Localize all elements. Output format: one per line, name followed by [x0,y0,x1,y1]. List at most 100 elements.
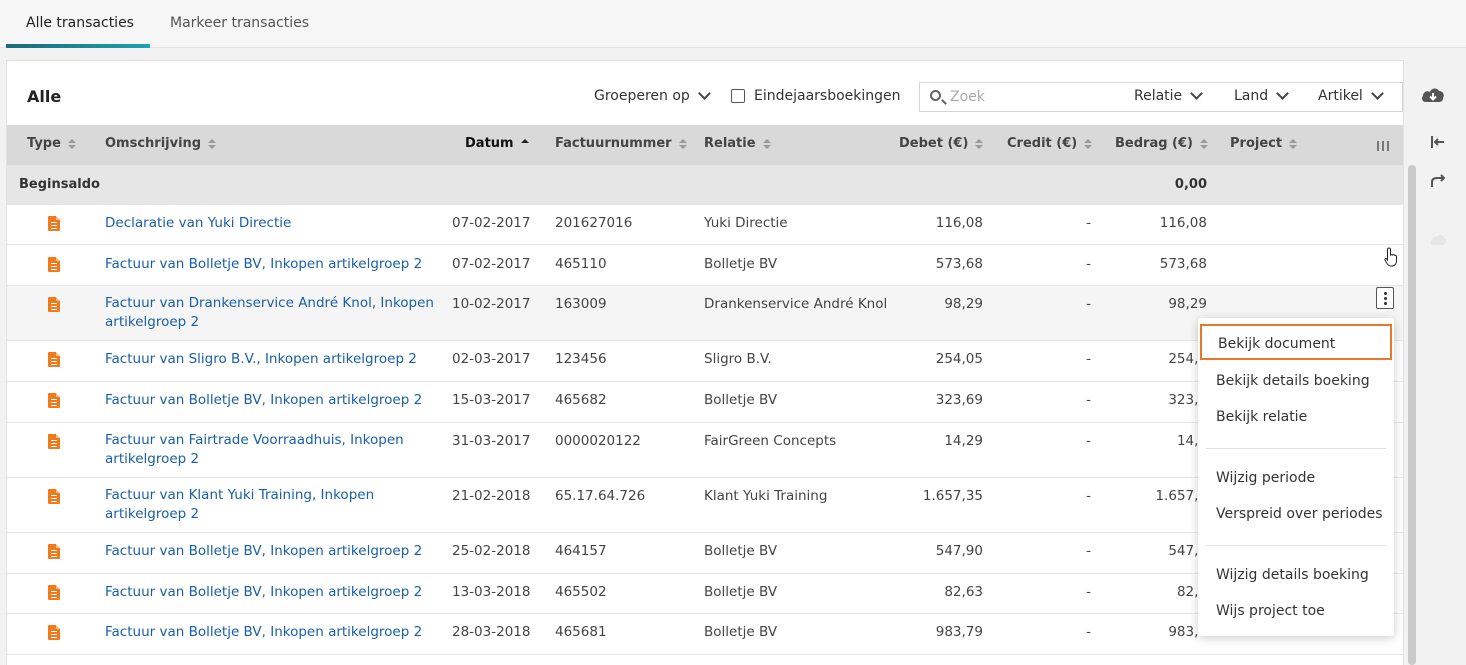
row-date: 07-02-2017 [452,256,531,272]
filter-land[interactable]: Land [1234,87,1290,104]
column-selector-icon[interactable] [1377,141,1389,151]
table-row[interactable]: Factuur van Drankenservice André Knol, I… [7,286,1403,341]
col-type[interactable]: Type [27,136,76,151]
row-amount: 116,08 [1159,215,1207,231]
table-scrollbar[interactable] [1408,165,1416,665]
row-invoice: 65.17.64.726 [555,488,646,504]
sort-icon [1289,138,1298,149]
sort-icon [67,138,76,149]
group-by-label: Groeperen op [594,88,690,104]
filter-land-label: Land [1234,88,1269,104]
row-debit: 254,05 [935,351,983,367]
row-description-link[interactable]: Factuur van Klant Yuki Training, Inkopen… [105,486,435,524]
table-row[interactable]: Factuur van Bolletje BV, Inkopen artikel… [7,382,1403,423]
row-invoice: 464157 [555,543,607,559]
menu-item-bekijk-document[interactable]: Bekijk document [1200,324,1392,360]
table-scrollbar-thumb[interactable] [1408,165,1416,665]
row-actions-kebab-button[interactable] [1376,287,1394,309]
row-debit: 82,63 [944,584,983,600]
row-description-link[interactable]: Declaratie van Yuki Directie [105,214,435,233]
row-description-link[interactable]: Factuur van Drankenservice André Knol, I… [105,294,435,332]
row-description-link[interactable]: Factuur van Sligro B.V., Inkopen artikel… [105,350,435,369]
tab-markeer-transacties[interactable]: Markeer transacties [170,0,309,48]
col-relatie[interactable]: Relatie [704,136,771,151]
panel-title: Alle [27,87,62,106]
table-row[interactable]: Factuur van Bolletje BV, Inkopen artikel… [7,574,1403,614]
document-icon [48,489,60,504]
col-datum-label: Datum [465,136,514,151]
col-omschrijving[interactable]: Omschrijving [105,136,217,151]
active-tab-indicator [6,44,150,48]
table-header: Type Omschrijving Datum Factuurnummer Re… [7,125,1403,165]
row-description-link[interactable]: Factuur van Bolletje BV, Inkopen artikel… [105,583,435,602]
menu-item-wijzig-details-boeking[interactable]: Wijzig details boeking [1198,557,1394,593]
row-credit: - [1086,433,1091,449]
search-filter-bar: Relatie Land Artikel [919,82,1403,112]
sort-icon [1084,138,1093,149]
document-icon [48,216,60,231]
menu-divider [1206,545,1386,546]
row-relation: Bolletje BV [704,624,778,640]
col-relatie-label: Relatie [704,136,756,151]
row-description-link[interactable]: Factuur van Bolletje BV, Inkopen artikel… [105,542,435,561]
table-row[interactable]: Factuur van Klant Yuki Training, Inkopen… [7,478,1403,533]
row-credit: - [1086,392,1091,408]
sort-icon [1199,138,1208,149]
row-invoice: 123456 [555,351,607,367]
chevron-down-icon [697,87,711,100]
col-project[interactable]: Project [1230,136,1298,151]
row-amount: 983,7 [1168,624,1207,640]
row-invoice: 201627016 [555,215,633,231]
table-row[interactable]: Factuur van Fairtrade Voorraadhuis, Inko… [7,423,1403,478]
row-debit: 323,69 [935,392,983,408]
row-relation: Bolletje BV [704,543,778,559]
row-debit: 547,90 [935,543,983,559]
filter-artikel[interactable]: Artikel [1318,87,1384,104]
row-invoice: 465110 [555,256,607,272]
table-row[interactable]: Declaratie van Yuki Directie 07-02-2017 … [7,205,1403,245]
menu-item-bekijk-details-boeking[interactable]: Bekijk details boeking [1198,363,1394,399]
table-row[interactable]: Factuur van Bolletje BV, Inkopen artikel… [7,245,1403,286]
row-description-link[interactable]: Factuur van Bolletje BV, Inkopen artikel… [105,391,435,410]
search-input[interactable] [950,87,1110,107]
table-row[interactable]: Factuur van Sligro B.V., Inkopen artikel… [7,341,1403,382]
menu-item-bekijk-relatie[interactable]: Bekijk relatie [1198,399,1394,435]
document-icon [48,544,60,559]
cloud-download-icon[interactable] [1420,84,1446,106]
menu-item-wijs-project-toe[interactable]: Wijs project toe [1198,593,1394,629]
group-by-dropdown[interactable]: Groeperen op [594,87,711,104]
filter-relatie[interactable]: Relatie [1134,87,1204,104]
row-amount: 547,9 [1168,543,1207,559]
col-credit[interactable]: Credit (€) [1007,136,1093,151]
row-debit: 1.657,35 [922,488,983,504]
search-icon [930,90,941,101]
table-row[interactable]: Factuur van Bolletje BV, Inkopen artikel… [7,614,1403,655]
tab-alle-transacties[interactable]: Alle transacties [26,0,134,48]
row-date: 28-03-2018 [452,624,531,640]
col-datum[interactable]: Datum [465,136,529,151]
row-description-link[interactable]: Factuur van Fairtrade Voorraadhuis, Inko… [105,431,435,469]
row-relation: Klant Yuki Training [704,488,828,504]
row-description-link[interactable]: Factuur van Bolletje BV, Inkopen artikel… [105,255,435,274]
col-debet[interactable]: Debet (€) [899,136,984,151]
col-credit-label: Credit (€) [1007,136,1078,151]
col-bedrag[interactable]: Bedrag (€) [1115,136,1208,151]
table-row[interactable]: Factuur van Bolletje BV, Inkopen artikel… [7,533,1403,574]
menu-item-verspreid-over-periodes[interactable]: Verspreid over periodes [1198,496,1394,532]
row-relation: Bolletje BV [704,584,778,600]
row-date: 21-02-2018 [452,488,531,504]
row-debit: 14,29 [944,433,983,449]
menu-item-wijzig-periode[interactable]: Wijzig periode [1198,460,1394,496]
row-description-link[interactable]: Factuur van Bolletje BV, Inkopen artikel… [105,623,435,642]
document-icon [48,434,60,449]
collapse-panel-icon[interactable] [1428,132,1448,152]
row-amount: 1.657,3 [1155,488,1207,504]
row-amount: 14,2 [1176,433,1207,449]
year-end-toggle[interactable]: Eindejaarsboekingen [731,88,901,104]
col-factuurnummer[interactable]: Factuurnummer [555,136,687,151]
redo-icon[interactable] [1428,171,1448,191]
year-end-label: Eindejaarsboekingen [754,88,901,104]
year-end-checkbox[interactable] [731,89,745,103]
sort-ascending-icon [520,138,529,149]
row-credit: - [1086,296,1091,312]
